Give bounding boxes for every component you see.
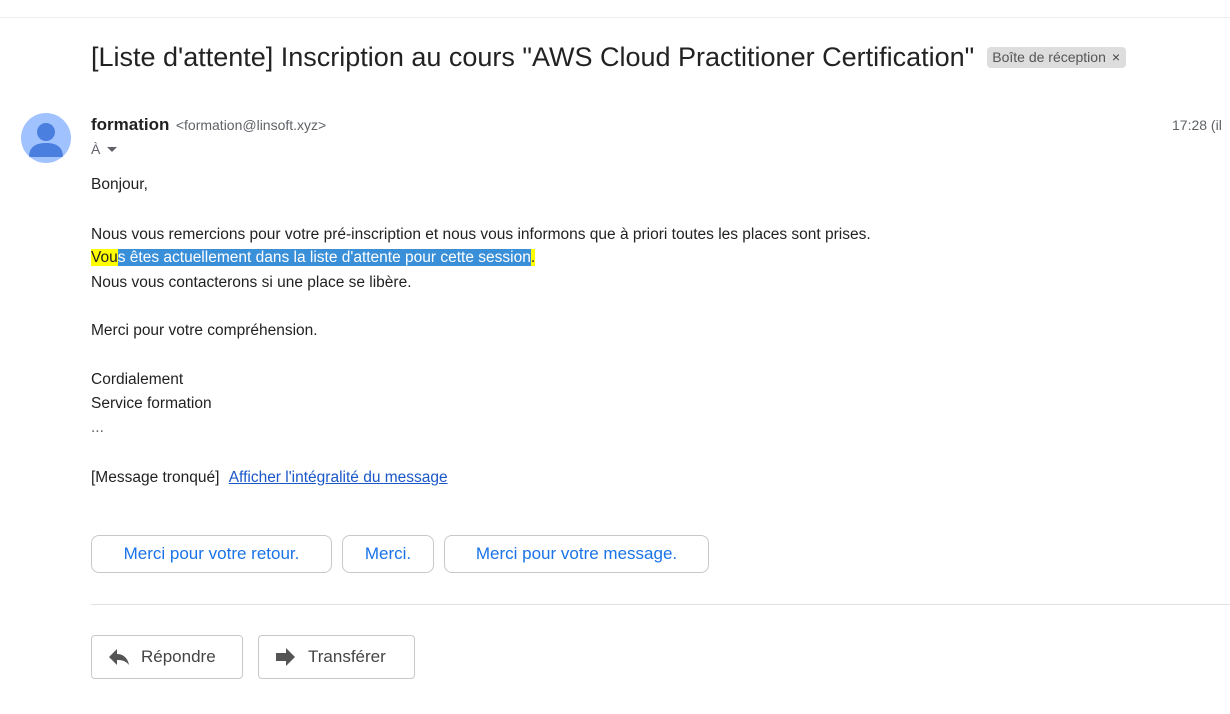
remove-label-icon[interactable]: × xyxy=(1112,49,1120,65)
sender-info: formation <formation@linsoft.xyz> xyxy=(91,115,326,135)
smart-reply-3[interactable]: Merci pour votre message. xyxy=(444,535,709,573)
trimmed-content-ellipsis[interactable]: ... xyxy=(91,419,104,437)
forward-label: Transférer xyxy=(308,647,386,666)
sender-name[interactable]: formation xyxy=(91,115,169,134)
top-divider xyxy=(0,17,1230,18)
show-full-message-link[interactable]: Afficher l'intégralité du message xyxy=(229,469,448,486)
recipient-label: À xyxy=(91,141,101,157)
inbox-label-chip[interactable]: Boîte de réception × xyxy=(987,47,1127,68)
truncated-notice: [Message tronqué] Afficher l'intégralité… xyxy=(91,469,448,487)
selected-text: s êtes actuellement dans la liste d'atte… xyxy=(117,249,531,266)
chevron-down-icon[interactable] xyxy=(107,146,118,152)
actions-divider xyxy=(91,604,1230,605)
body-greeting: Bonjour, xyxy=(91,176,148,193)
reply-label: Répondre xyxy=(141,647,216,666)
email-time: 17:28 (il xyxy=(1172,117,1222,133)
body-thanks: Merci pour votre compréhension. xyxy=(91,322,318,339)
subject-row: [Liste d'attente] Inscription au cours "… xyxy=(91,42,1127,73)
reply-icon xyxy=(109,649,129,665)
sender-avatar[interactable] xyxy=(21,113,71,163)
reply-button[interactable]: Répondre xyxy=(91,635,243,679)
person-icon xyxy=(29,123,63,157)
sender-email: <formation@linsoft.xyz> xyxy=(175,117,327,133)
body-line-2: Vous êtes actuellement dans la liste d'a… xyxy=(91,249,536,267)
truncated-label: [Message tronqué] xyxy=(91,469,220,486)
body-line-3: Nous vous contacterons si une place se l… xyxy=(91,274,412,291)
recipient-details-toggle[interactable]: À xyxy=(91,141,118,157)
highlight-end: . xyxy=(530,249,536,266)
smart-reply-2[interactable]: Merci. xyxy=(342,535,434,573)
forward-button[interactable]: Transférer xyxy=(258,635,415,679)
smart-reply-1[interactable]: Merci pour votre retour. xyxy=(91,535,332,573)
body-signature: Service formation xyxy=(91,395,212,412)
forward-icon xyxy=(276,648,295,666)
highlight-start: Vou xyxy=(91,249,118,266)
inbox-label-text: Boîte de réception xyxy=(992,49,1106,65)
email-subject: [Liste d'attente] Inscription au cours "… xyxy=(91,42,975,72)
body-line-1: Nous vous remercions pour votre pré-insc… xyxy=(91,226,871,243)
body-closing: Cordialement xyxy=(91,371,184,388)
